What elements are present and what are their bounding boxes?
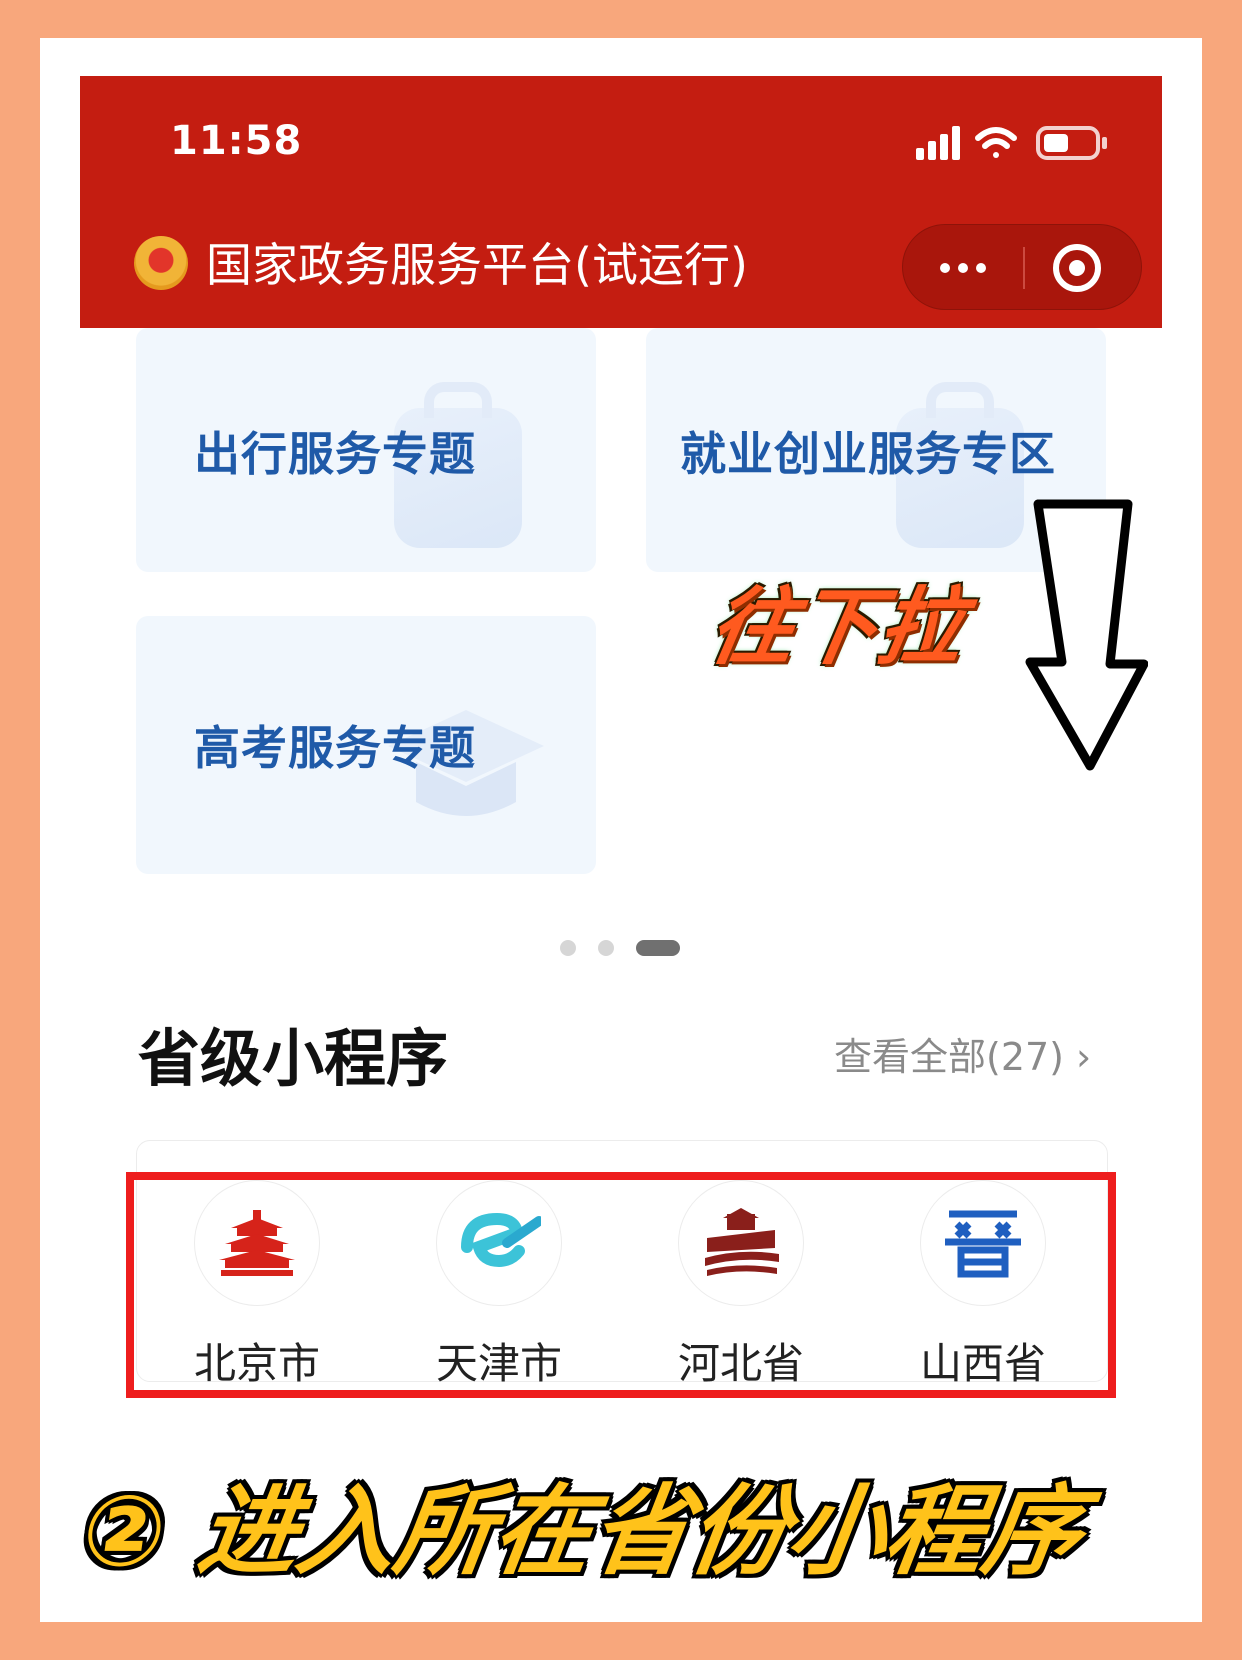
app-header: 11:58 国家政务服务平台(试运行) xyxy=(80,76,1162,328)
more-button[interactable] xyxy=(903,225,1023,311)
pager-dot xyxy=(560,940,576,956)
battery-icon xyxy=(1036,126,1107,160)
capsule-divider xyxy=(1023,247,1025,289)
pager-dot-active xyxy=(636,940,680,956)
view-all-link[interactable]: 查看全部(27) › xyxy=(834,1026,1091,1081)
signal-icon xyxy=(916,126,960,160)
status-icons xyxy=(916,126,1107,160)
pull-down-hint: 往下拉 xyxy=(702,578,972,676)
app-title: 国家政务服务平台(试运行) xyxy=(206,238,748,292)
tile-travel-service[interactable]: 出行服务专题 xyxy=(136,328,596,572)
section-title: 省级小程序 xyxy=(138,1022,449,1095)
national-emblem-icon xyxy=(134,236,188,290)
close-miniprogram-button[interactable] xyxy=(1053,244,1101,292)
more-dots-icon xyxy=(940,263,950,273)
tile-label: 就业创业服务专区 xyxy=(680,427,1056,481)
down-arrow-icon xyxy=(1025,499,1148,771)
tile-label: 高考服务专题 xyxy=(194,721,476,775)
chevron-right-icon: › xyxy=(1076,1035,1092,1079)
step-caption: ② 进入所在省份小程序 xyxy=(74,1475,1090,1589)
view-all-label: 查看全部(27) xyxy=(834,1035,1065,1079)
tile-gaokao-service[interactable]: 高考服务专题 xyxy=(136,616,596,874)
wifi-icon xyxy=(975,127,1017,158)
pager-dot xyxy=(598,940,614,956)
status-time: 11:58 xyxy=(170,118,303,164)
highlight-box xyxy=(126,1172,1116,1398)
mini-program-capsule xyxy=(902,224,1142,310)
tile-label: 出行服务专题 xyxy=(194,427,476,481)
